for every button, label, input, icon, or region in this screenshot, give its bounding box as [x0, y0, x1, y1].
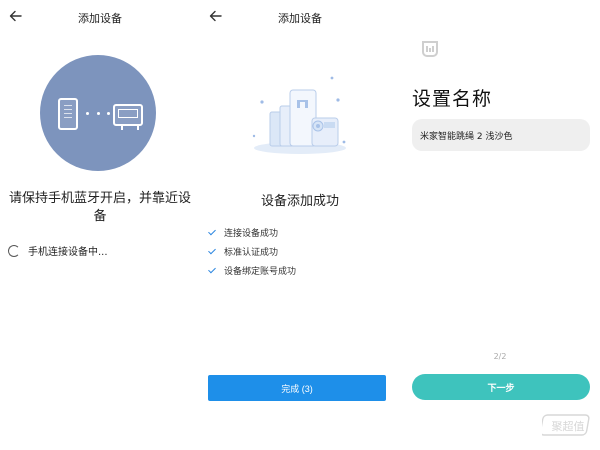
connecting-dots-icon: [86, 112, 110, 116]
panel-connecting: 添加设备 请保持手机蓝牙开启，并靠近设备 手机连接设备中...: [0, 0, 200, 450]
list-item: 连接设备成功: [208, 226, 296, 239]
spinner-icon: [8, 244, 20, 257]
check-icon: [208, 247, 218, 257]
done-button[interactable]: 完成 (3): [208, 375, 386, 401]
check-icon: [208, 266, 218, 276]
check-icon: [208, 228, 218, 238]
watermark-logo: 聚超值: [542, 414, 590, 436]
devices-illustration: [252, 76, 346, 154]
list-item: 标准认证成功: [208, 245, 296, 258]
checklist-label: 标准认证成功: [224, 248, 279, 258]
checklist-label: 设备绑定账号成功: [224, 267, 297, 277]
device-name-input[interactable]: [412, 119, 590, 151]
checklist-label: 连接设备成功: [224, 229, 279, 239]
panel-success: 添加设备 设备添加成功 连接设备成功 标准认证成功 设备绑定账号成功 完成 (3…: [200, 0, 400, 450]
setup-checklist: 连接设备成功 标准认证成功 设备绑定账号成功: [208, 226, 296, 283]
page-indicator: 2/2: [493, 352, 507, 361]
connection-status-text: 手机连接设备中...: [28, 247, 108, 258]
list-item: 设备绑定账号成功: [208, 264, 296, 277]
device-icon: [113, 104, 143, 130]
page-heading: 设置名称: [412, 88, 493, 110]
mijia-logo-icon: [422, 41, 438, 57]
svg-text:聚超值: 聚超值: [552, 419, 585, 433]
success-message: 设备添加成功: [260, 194, 339, 209]
phone-icon: [58, 98, 78, 130]
bluetooth-instruction: 请保持手机蓝牙开启，并靠近设备: [8, 191, 191, 224]
next-button[interactable]: 下一步: [412, 374, 590, 400]
panel-set-name: 设置名称 2/2 下一步 聚超值: [400, 0, 600, 450]
connection-status: 手机连接设备中...: [8, 243, 108, 258]
screen: 添加设备 请保持手机蓝牙开启，并靠近设备 手机连接设备中... 添加设备 设备添…: [0, 0, 600, 450]
page-title: 添加设备: [278, 12, 322, 25]
page-title: 添加设备: [78, 12, 122, 25]
